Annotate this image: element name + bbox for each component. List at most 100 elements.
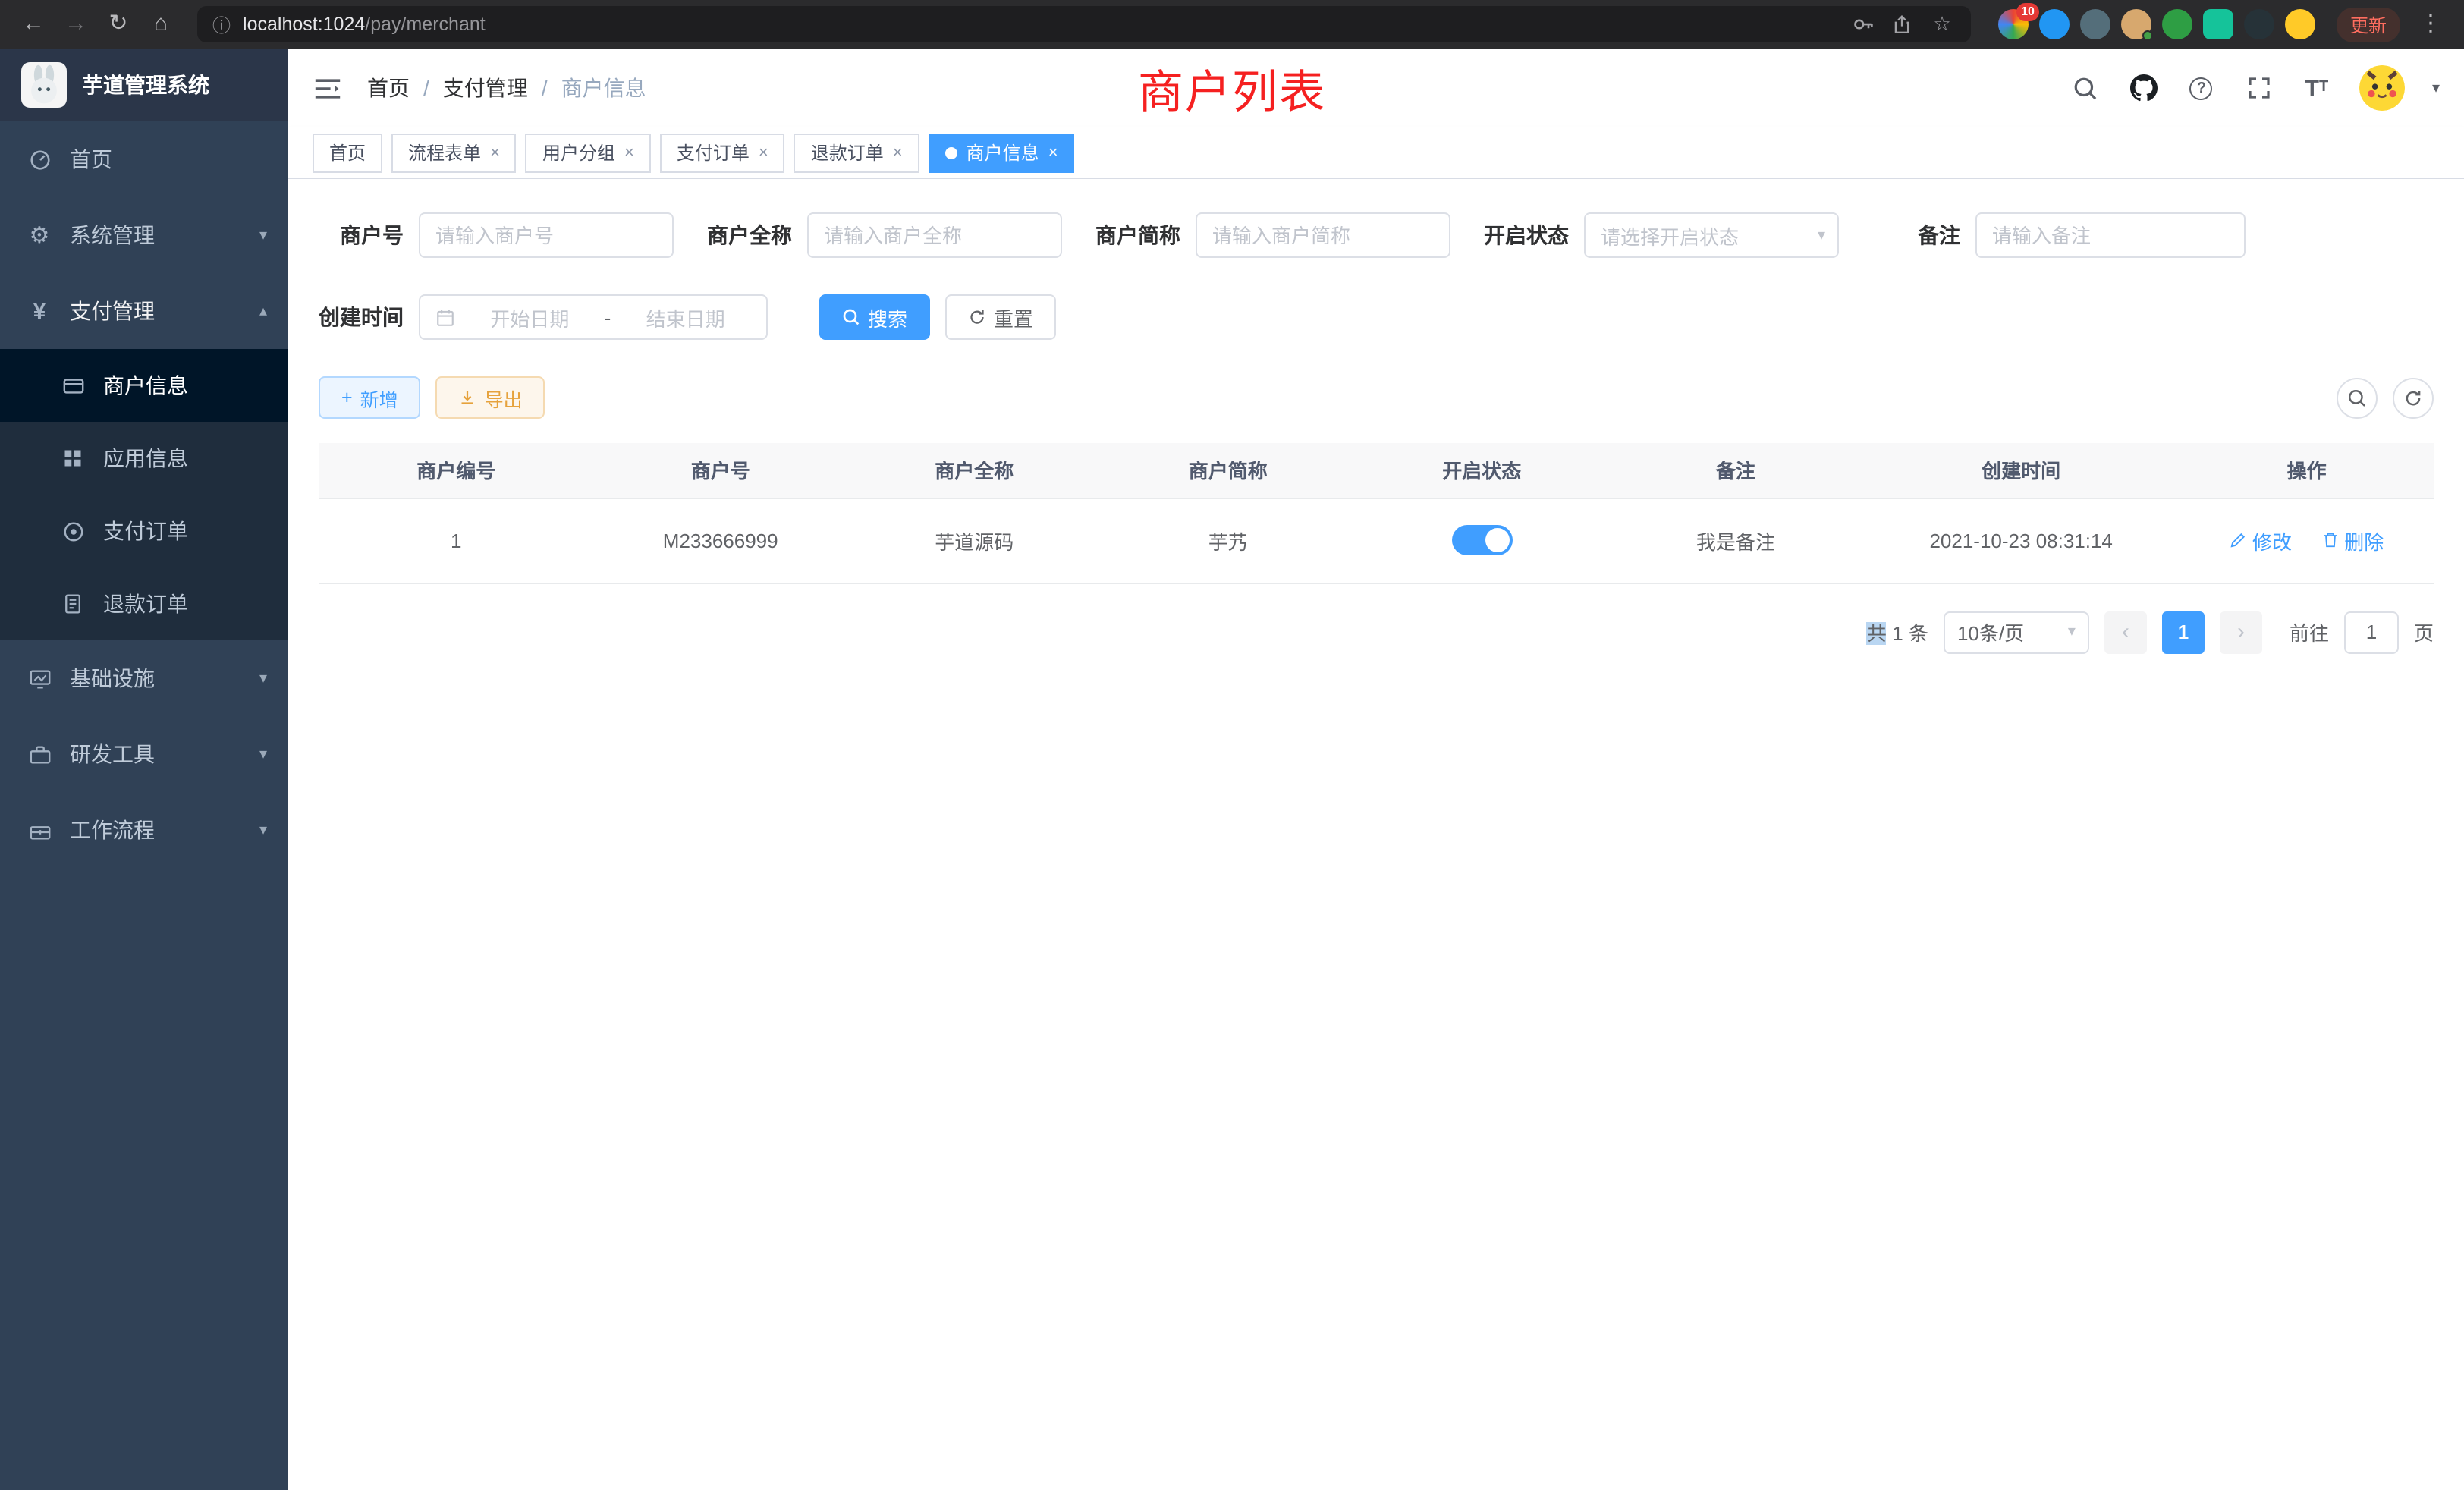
field-label: 开启状态 xyxy=(1484,220,1569,250)
hamburger-icon[interactable] xyxy=(313,73,343,103)
navbar-actions: ? TT ▾ xyxy=(2071,65,2440,111)
refresh-icon[interactable] xyxy=(2393,377,2434,418)
fullscreen-icon[interactable] xyxy=(2244,73,2274,103)
reload-icon[interactable]: ↻ xyxy=(100,6,137,42)
field-label: 商户简称 xyxy=(1095,220,1180,250)
url-path: /pay/merchant xyxy=(365,14,485,35)
table-toolbar: + 新增 导出 xyxy=(319,376,2434,419)
goto-page-input[interactable] xyxy=(2344,611,2399,653)
page-size-select[interactable]: 10条/页 ▾ xyxy=(1944,611,2089,653)
merchant-no-input[interactable] xyxy=(419,212,674,258)
back-icon[interactable]: ← xyxy=(15,6,52,42)
avatar[interactable] xyxy=(2359,65,2405,111)
credit-card-icon xyxy=(61,373,85,398)
reset-button[interactable]: 重置 xyxy=(945,294,1056,340)
home-icon[interactable]: ⌂ xyxy=(143,6,179,42)
breadcrumb-current: 商户信息 xyxy=(561,73,646,103)
chevron-down-icon: ▾ xyxy=(1818,227,1825,244)
tab-merchant-info[interactable]: 商户信息× xyxy=(929,133,1075,172)
extension-paw-icon[interactable] xyxy=(2244,9,2274,39)
avatar-caret-icon[interactable]: ▾ xyxy=(2432,80,2440,96)
next-page-button[interactable]: › xyxy=(2220,611,2262,653)
field-label: 商户全称 xyxy=(707,220,792,250)
close-icon[interactable]: × xyxy=(1048,143,1058,162)
sidebar-item-label: 系统管理 xyxy=(70,220,155,250)
close-icon[interactable]: × xyxy=(624,143,634,162)
page-1-button[interactable]: 1 xyxy=(2162,611,2205,653)
full-name-input[interactable] xyxy=(807,212,1062,258)
extension-gray-icon[interactable] xyxy=(2080,9,2110,39)
extensions-row: 10 xyxy=(1998,9,2315,39)
close-icon[interactable]: × xyxy=(759,143,768,162)
breadcrumb-home[interactable]: 首页 xyxy=(367,73,410,103)
toggle-search-icon[interactable] xyxy=(2337,377,2378,418)
address-bar[interactable]: ⓘ localhost:1024/pay/merchant ☆ xyxy=(197,6,1971,42)
sidebar-item-infra[interactable]: 基础设施 ▾ xyxy=(0,640,288,716)
tab-user-group[interactable]: 用户分组× xyxy=(526,133,651,172)
help-icon[interactable]: ? xyxy=(2186,73,2217,103)
close-icon[interactable]: × xyxy=(893,143,903,162)
remark-input[interactable] xyxy=(1975,212,2246,258)
merchant-table: 商户编号 商户号 商户全称 商户简称 开启状态 备注 创建时间 操作 1 xyxy=(319,443,2434,583)
sidebar-item-pay-order[interactable]: 支付订单 xyxy=(0,495,288,567)
update-button[interactable]: 更新 xyxy=(2337,7,2400,42)
breadcrumb: 首页 / 支付管理 / 商户信息 xyxy=(367,73,646,103)
sidebar-item-system[interactable]: ⚙ 系统管理 ▾ xyxy=(0,197,288,273)
tab-pay-order[interactable]: 支付订单× xyxy=(660,133,785,172)
sidebar-item-label: 支付订单 xyxy=(103,516,188,546)
github-icon[interactable] xyxy=(2129,73,2159,103)
sidebar-item-home[interactable]: 首页 xyxy=(0,121,288,197)
close-icon[interactable]: × xyxy=(490,143,500,162)
share-icon[interactable] xyxy=(1889,11,1916,38)
sidebar-item-label: 首页 xyxy=(70,144,112,174)
delete-link[interactable]: 删除 xyxy=(2321,526,2384,555)
cell-full-name: 芋道源码 xyxy=(847,498,1102,583)
cell-status xyxy=(1355,498,1609,583)
sidebar-item-workflow[interactable]: 工作流程 ▾ xyxy=(0,792,288,868)
search-button[interactable]: 搜索 xyxy=(819,294,930,340)
tab-process-form[interactable]: 流程表单× xyxy=(391,133,517,172)
site-info-icon[interactable]: ⓘ xyxy=(212,11,231,37)
status-select[interactable]: 请选择开启状态 ▾ xyxy=(1584,212,1839,258)
gear-icon: ⚙ xyxy=(27,223,52,247)
sidebar-item-payment[interactable]: ¥ 支付管理 ▴ xyxy=(0,273,288,349)
tab-home[interactable]: 首页 xyxy=(313,133,382,172)
date-range-picker[interactable]: 开始日期 - 结束日期 xyxy=(419,294,768,340)
chevron-down-icon: ▾ xyxy=(259,670,267,687)
extension-colorful-icon[interactable]: 10 xyxy=(1998,9,2029,39)
font-size-icon[interactable]: TT xyxy=(2302,73,2332,103)
extension-yellow-icon[interactable] xyxy=(2285,9,2315,39)
sidebar-item-refund-order[interactable]: 退款订单 xyxy=(0,567,288,640)
short-name-input[interactable] xyxy=(1196,212,1450,258)
app-frame: 芋道管理系统 首页 ⚙ 系统管理 ▾ ¥ 支付管理 ▴ xyxy=(0,49,2464,1490)
sidebar-item-merchant-info[interactable]: 商户信息 xyxy=(0,349,288,422)
dashboard-icon xyxy=(27,147,52,171)
extension-green-square-icon[interactable] xyxy=(2203,9,2233,39)
field-status: 开启状态 请选择开启状态 ▾ xyxy=(1484,212,1839,258)
edit-link[interactable]: 修改 xyxy=(2230,526,2292,555)
chevron-down-icon: ▾ xyxy=(259,227,267,244)
extension-avatar-icon[interactable] xyxy=(2121,9,2151,39)
screen: ← → ↻ ⌂ ⓘ localhost:1024/pay/merchant ☆ … xyxy=(0,0,2464,1490)
sidebar-item-app-info[interactable]: 应用信息 xyxy=(0,422,288,495)
key-icon[interactable] xyxy=(1850,11,1877,38)
browser-menu-icon[interactable]: ⋮ xyxy=(2412,6,2449,42)
extension-blue-drop-icon[interactable] xyxy=(2039,9,2070,39)
forward-icon[interactable]: → xyxy=(58,6,94,42)
app-title: 芋道管理系统 xyxy=(82,70,209,100)
breadcrumb-payment[interactable]: 支付管理 xyxy=(443,73,528,103)
table-header-row: 商户编号 商户号 商户全称 商户简称 开启状态 备注 创建时间 操作 xyxy=(319,443,2434,498)
extension-green-circle-icon[interactable] xyxy=(2162,9,2192,39)
add-button[interactable]: + 新增 xyxy=(319,376,421,419)
sidebar-item-dev-tools[interactable]: 研发工具 ▾ xyxy=(0,716,288,792)
prev-page-button[interactable]: ‹ xyxy=(2104,611,2147,653)
status-toggle[interactable] xyxy=(1451,525,1512,555)
sidebar-item-label: 商户信息 xyxy=(103,370,188,401)
calendar-icon xyxy=(435,307,455,327)
bookmark-star-icon[interactable]: ☆ xyxy=(1928,11,1956,38)
cell-actions: 修改 删除 xyxy=(2180,498,2434,583)
toggle-knob xyxy=(1485,528,1509,552)
tab-refund-order[interactable]: 退款订单× xyxy=(794,133,919,172)
search-icon[interactable] xyxy=(2071,73,2101,103)
export-button[interactable]: 导出 xyxy=(436,376,545,419)
